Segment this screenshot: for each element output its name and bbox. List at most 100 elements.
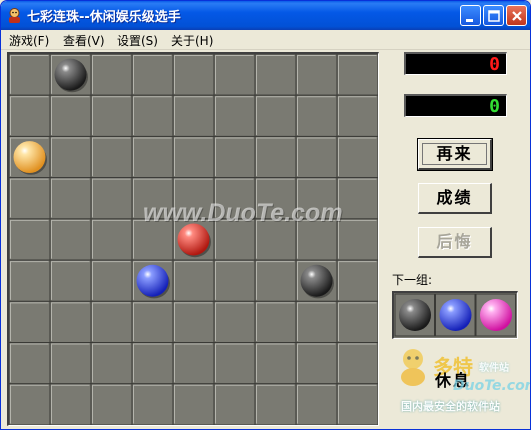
menu-about[interactable]: 关于(H) [171,32,213,49]
board-cell[interactable] [90,383,133,425]
board-cell[interactable] [295,300,338,344]
next-magenta-ball [480,299,512,331]
watermark-logo-icon [401,349,425,386]
board-cell[interactable] [9,177,51,220]
board-cell[interactable] [295,94,338,137]
board-cell[interactable] [49,177,92,220]
board-cell[interactable] [336,54,378,96]
board-cell[interactable] [172,383,215,425]
board-cell[interactable] [172,94,215,137]
red-ball[interactable] [177,223,210,256]
title-bar[interactable]: 七彩连珠--休闲娱乐级选手 [1,1,530,30]
watermark-url: DuoTe.com [453,378,531,394]
board-cell[interactable] [213,54,256,96]
board-cell[interactable] [90,177,133,220]
orange-ball[interactable] [13,141,46,174]
board-cell[interactable] [49,94,92,137]
board-cell[interactable] [90,135,133,179]
board-cell[interactable] [336,94,378,137]
scores-button[interactable]: 成绩 [418,183,492,214]
board-cell[interactable] [49,135,92,179]
menu-bar: 游戏(F) 查看(V) 设置(S) 关于(H) [1,30,530,50]
game-board[interactable] [7,52,379,426]
board-cell[interactable] [172,135,215,179]
board-cell[interactable] [9,218,51,261]
board-cell[interactable] [90,342,133,385]
board-cell[interactable] [295,135,338,179]
board-cell[interactable] [213,259,256,302]
board-cell[interactable] [9,300,51,344]
board-cell[interactable] [336,300,378,344]
maximize-button[interactable] [483,5,504,26]
board-cell[interactable] [131,54,174,96]
board-cell[interactable] [172,342,215,385]
board-cell[interactable] [336,342,378,385]
board-cell[interactable] [172,54,215,96]
minimize-icon [466,19,473,22]
board-cell[interactable] [213,94,256,137]
board-grid[interactable] [9,54,378,425]
current-score-value: 0 [489,54,500,75]
current-score-display: 0 [404,52,507,75]
board-cell[interactable] [49,342,92,385]
black-ball[interactable] [54,58,87,91]
board-cell[interactable] [254,383,297,425]
board-cell[interactable] [336,177,378,220]
board-cell[interactable] [90,94,133,137]
board-cell[interactable] [131,383,174,425]
board-cell[interactable] [131,94,174,137]
next-blue-ball [439,299,472,331]
board-cell[interactable] [9,94,51,137]
board-cell[interactable] [9,342,51,385]
board-cell[interactable] [336,135,378,179]
next-group-label: 下一组: [392,273,433,287]
blue-ball[interactable] [136,264,169,297]
restart-button[interactable]: 再来 [417,138,493,171]
board-cell[interactable] [90,54,133,96]
board-cell[interactable] [336,218,378,261]
menu-game[interactable]: 游戏(F) [9,32,49,49]
board-cell[interactable] [213,383,256,425]
board-cell[interactable] [172,300,215,344]
board-cell[interactable] [254,135,297,179]
board-cell[interactable] [90,218,133,261]
game-window: 七彩连珠--休闲娱乐级选手 游戏(F) 查看(V) 设置(S) 关于(H) 0 … [0,0,531,430]
watermark-center: www.DuoTe.com [143,199,343,227]
next-black-ball [399,299,431,331]
minimize-button[interactable] [460,5,481,26]
board-cell[interactable] [254,94,297,137]
board-cell[interactable] [295,54,338,96]
board-cell[interactable] [9,383,51,425]
undo-button[interactable]: 后悔 [418,227,492,258]
board-cell[interactable] [131,300,174,344]
board-cell[interactable] [49,259,92,302]
close-button[interactable] [506,5,527,26]
board-cell[interactable] [336,259,378,302]
board-cell[interactable] [295,342,338,385]
best-score-value: 0 [489,96,500,117]
board-cell[interactable] [49,218,92,261]
board-cell[interactable] [213,300,256,344]
board-cell[interactable] [172,259,215,302]
board-cell[interactable] [90,259,133,302]
best-score-display: 0 [404,94,507,117]
board-cell[interactable] [49,383,92,425]
board-cell[interactable] [131,135,174,179]
board-cell[interactable] [213,342,256,385]
menu-settings[interactable]: 设置(S) [117,32,158,49]
board-cell[interactable] [336,383,378,425]
board-cell[interactable] [90,300,133,344]
board-cell[interactable] [254,342,297,385]
board-cell[interactable] [9,259,51,302]
board-cell[interactable] [254,300,297,344]
black-ball[interactable] [300,264,333,297]
board-cell[interactable] [254,54,297,96]
menu-view[interactable]: 查看(V) [63,32,105,49]
board-cell[interactable] [49,300,92,344]
board-cell[interactable] [9,54,51,96]
board-cell[interactable] [295,383,338,425]
next-balls [394,293,516,337]
board-cell[interactable] [213,135,256,179]
board-cell[interactable] [131,342,174,385]
board-cell[interactable] [254,259,297,302]
